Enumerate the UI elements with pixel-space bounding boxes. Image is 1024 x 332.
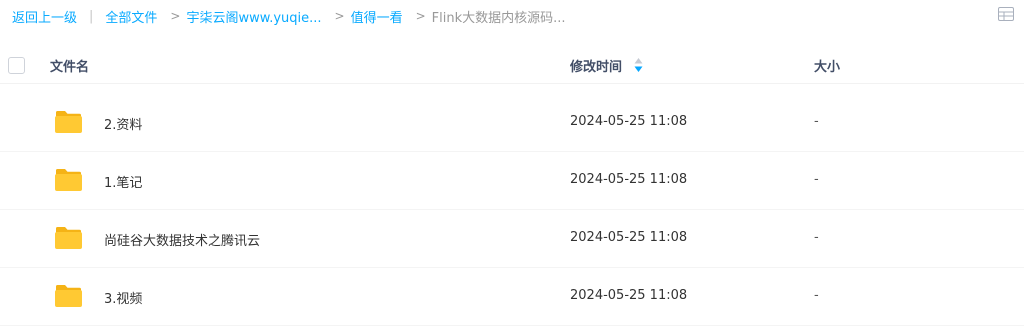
table-row[interactable]: 1.笔记 2024-05-25 11:08 - [0,152,1024,210]
breadcrumb-separator: > [170,9,181,23]
folder-icon [55,285,82,307]
file-name[interactable]: 1.笔记 [104,172,142,191]
folder-icon [55,111,82,133]
breadcrumb-item-worth-watching[interactable]: 值得一看 [351,7,403,26]
breadcrumb-item-all-files[interactable]: 全部文件 [105,7,157,26]
column-header-size: 大小 [814,60,841,75]
folder-icon [55,169,82,191]
breadcrumb-separator: > [415,9,426,23]
table-header: 文件名 修改时间 大小 [0,46,1024,84]
table-row[interactable]: 2.资料 2024-05-25 11:08 - [0,94,1024,152]
select-all-checkbox[interactable] [8,57,25,74]
file-size: - [814,288,819,303]
file-size: - [814,114,819,129]
file-name[interactable]: 2.资料 [104,114,142,133]
column-header-mtime[interactable]: 修改时间 [570,56,622,75]
table-row[interactable]: 3.视频 2024-05-25 11:08 - [0,268,1024,326]
sort-icon[interactable] [634,58,643,72]
table-row[interactable]: 尚硅谷大数据技术之腾讯云 2024-05-25 11:08 - [0,210,1024,268]
breadcrumb-divider: | [89,8,94,24]
breadcrumb-separator: > [334,9,345,23]
breadcrumb-item-yuqie[interactable]: 宇柒云阁www.yuqie... [186,7,321,26]
file-mtime: 2024-05-25 11:08 [570,172,688,187]
breadcrumb: 返回上一级 | 全部文件 > 宇柒云阁www.yuqie... > 值得一看 >… [12,6,566,26]
column-header-name: 文件名 [50,60,90,75]
file-mtime: 2024-05-25 11:08 [570,288,688,303]
file-mtime: 2024-05-25 11:08 [570,230,688,245]
file-mtime: 2024-05-25 11:08 [570,114,688,129]
file-name[interactable]: 3.视频 [104,288,142,307]
file-name[interactable]: 尚硅谷大数据技术之腾讯云 [104,230,260,249]
breadcrumb-item-current: Flink大数据内核源码... [431,10,566,26]
folder-icon [55,227,82,249]
back-link[interactable]: 返回上一级 [12,7,77,26]
file-size: - [814,172,819,187]
grid-view-icon[interactable] [998,7,1014,21]
file-size: - [814,230,819,245]
